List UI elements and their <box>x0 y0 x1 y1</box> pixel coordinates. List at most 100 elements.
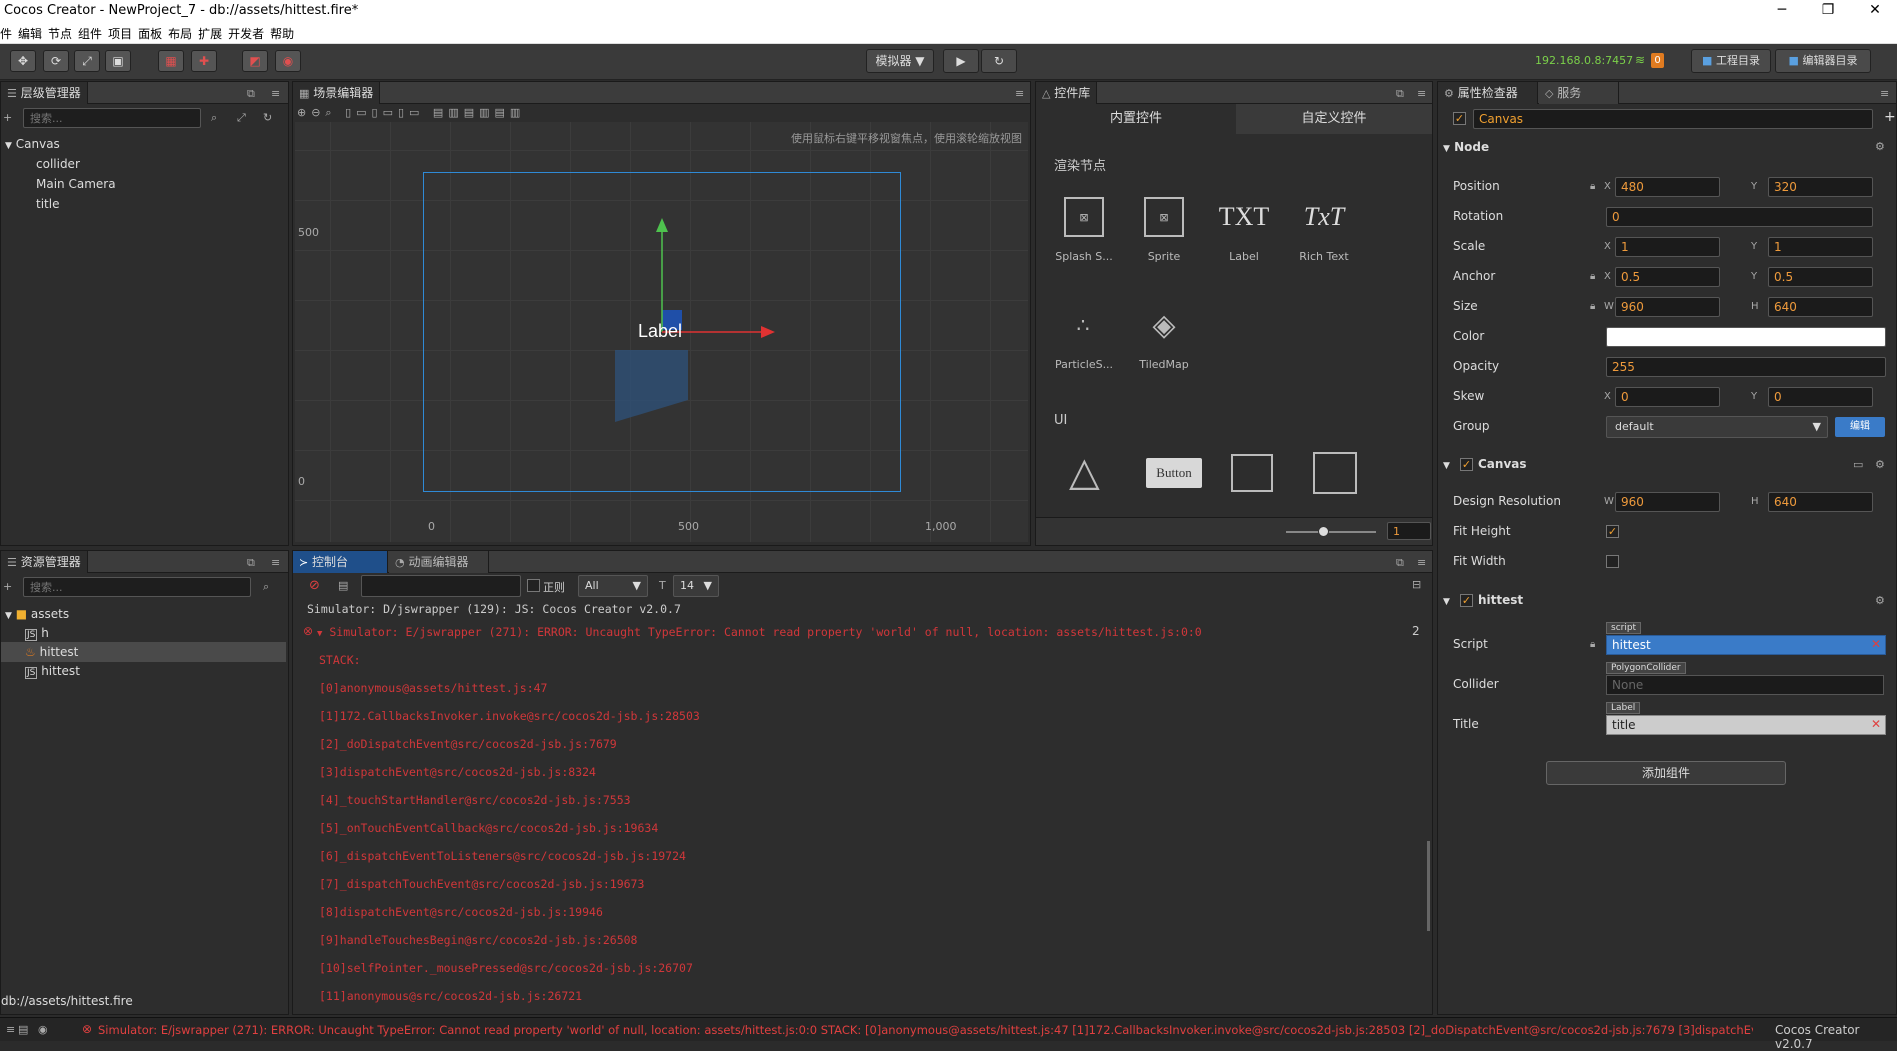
fit-height-checkbox[interactable]: ✓ <box>1606 525 1619 538</box>
gear-icon[interactable]: ⚙ <box>1875 458 1885 471</box>
menu-developer[interactable]: 开发者 <box>225 22 267 42</box>
move-tool-icon[interactable]: ✥ <box>10 50 36 72</box>
position-y-input[interactable]: 320 <box>1768 177 1873 197</box>
widget-scrollview-icon[interactable] <box>1313 452 1357 494</box>
menu-icon[interactable]: ≡ <box>1015 87 1024 100</box>
tab-inspector[interactable]: ⚙ 属性检查器 <box>1438 82 1538 104</box>
status-db-icon[interactable]: ▤ <box>18 1023 28 1036</box>
scale-x-input[interactable]: 1 <box>1615 237 1720 257</box>
size-h-input[interactable]: 640 <box>1768 297 1873 317</box>
minimize-button[interactable]: ─ <box>1762 0 1802 22</box>
zoom-slider-track[interactable] <box>1286 531 1376 533</box>
tree-node-title[interactable]: title <box>1 194 286 214</box>
tab-services[interactable]: ◇ 服务 <box>1539 82 1619 104</box>
anchor-x-input[interactable]: 0.5 <box>1615 267 1720 287</box>
tab-builtin-widgets[interactable]: 内置控件 <box>1036 104 1236 134</box>
console-scrollbar[interactable] <box>1427 841 1430 931</box>
menu-component[interactable]: 组件 <box>75 22 105 42</box>
open-log-icon[interactable]: ▤ <box>338 579 348 592</box>
widget-label[interactable]: TXT Label <box>1209 192 1279 263</box>
widget-sprite[interactable]: ⊠ Sprite <box>1129 192 1199 263</box>
project-dir-button[interactable]: ■ 工程目录 <box>1691 49 1771 73</box>
simulator-select[interactable]: 模拟器 ▼ <box>866 49 934 73</box>
widget-layout-icon[interactable] <box>1231 454 1273 492</box>
menu-edit[interactable]: 编辑 <box>15 22 45 42</box>
eye-icon[interactable]: ◉ <box>38 1023 48 1036</box>
console-log-area[interactable]: Simulator: D/jswrapper (129): JS: Cocos … <box>293 601 1432 1014</box>
regex-checkbox[interactable] <box>527 579 540 592</box>
tree-node-collider[interactable]: collider <box>1 154 286 174</box>
node-name-input[interactable]: Canvas <box>1473 109 1873 129</box>
tab-assets[interactable]: ☰ 资源管理器 <box>1 551 88 573</box>
scene-viewport[interactable]: 使用鼠标右键平移视窗焦点，使用滚轮缩放视图 500 0 0 500 1,000 … <box>295 122 1028 542</box>
menu-layout[interactable]: 布局 <box>165 22 195 42</box>
add-asset-icon[interactable]: + <box>3 580 12 593</box>
position-x-input[interactable]: 480 <box>1615 177 1720 197</box>
group-edit-button[interactable]: 编辑 <box>1835 417 1885 437</box>
menu-node[interactable]: 节点 <box>45 22 75 42</box>
tab-animation-editor[interactable]: ◔ 动画编辑器 <box>389 551 489 573</box>
assets-search-input[interactable] <box>23 577 251 597</box>
zoom-slider-handle[interactable] <box>1318 526 1329 537</box>
tree-node-main-camera[interactable]: Main Camera <box>1 174 286 194</box>
node-section-header[interactable]: ▼ Node <box>1443 137 1489 157</box>
widget-tiledmap[interactable]: ◈ TiledMap <box>1129 300 1199 372</box>
color-swatch[interactable] <box>1606 327 1886 347</box>
rect-tool-icon[interactable]: ▣ <box>105 50 131 72</box>
tab-widgets[interactable]: △ 控件库 <box>1036 82 1098 104</box>
refresh-icon[interactable]: ↻ <box>263 111 272 124</box>
hittest-enabled-checkbox[interactable]: ✓ <box>1460 594 1473 607</box>
widget-canvas-icon[interactable]: △ <box>1069 452 1100 492</box>
scene-label-node[interactable]: Label <box>638 321 682 342</box>
remove-icon[interactable]: ✕ <box>1871 637 1881 651</box>
console-filter-input[interactable] <box>361 575 521 597</box>
expand-all-icon[interactable]: ⤢ <box>237 111 246 125</box>
tree-node-canvas[interactable]: ▼ Canvas <box>1 134 286 154</box>
gear-icon[interactable]: ⚙ <box>1875 594 1885 607</box>
editor-dir-button[interactable]: ■ 编辑器目录 <box>1775 49 1871 73</box>
menu-icon[interactable]: ≡ <box>1880 87 1889 100</box>
widget-splash-sprite[interactable]: ⊠ Splash S... <box>1049 192 1119 263</box>
design-height-input[interactable]: 640 <box>1768 492 1873 512</box>
menu-icon[interactable]: ≡ <box>271 87 280 100</box>
scene-align-toolbar[interactable]: ⊕⊖⌕ ▯▭▯▭▯▭ ▤▥▤▥▤▥ <box>297 106 525 120</box>
asset-item-selected[interactable]: ♨ hittest <box>1 642 286 662</box>
add-component-button[interactable]: 添加组件 <box>1546 761 1786 785</box>
asset-item[interactable]: JS hittest <box>1 661 286 681</box>
widget-rich-text[interactable]: TxT Rich Text <box>1289 192 1359 263</box>
lock-icon[interactable]: 🔒︎ <box>1590 181 1595 192</box>
lock-icon[interactable]: 🔒︎ <box>1590 271 1595 282</box>
notification-badge[interactable]: 0 <box>1651 53 1664 68</box>
pivot-icon[interactable]: ✚ <box>191 50 217 72</box>
remove-icon[interactable]: ✕ <box>1871 717 1881 731</box>
menu-help[interactable]: 帮助 <box>267 22 297 42</box>
node-active-checkbox[interactable]: ✓ <box>1453 112 1466 125</box>
menu-icon[interactable]: ≡ <box>1417 87 1426 100</box>
script-field[interactable]: hittest <box>1606 635 1886 655</box>
refresh-button[interactable]: ↻ <box>981 49 1017 73</box>
title-field[interactable]: title <box>1606 715 1886 735</box>
lock-icon[interactable]: 🔒︎ <box>1590 301 1595 312</box>
design-width-input[interactable]: 960 <box>1615 492 1720 512</box>
canvas-enabled-checkbox[interactable]: ✓ <box>1460 458 1473 471</box>
log-level-select[interactable]: All ▼ <box>578 575 648 597</box>
collider-field[interactable]: None <box>1606 675 1884 695</box>
search-icon[interactable]: ⌕ <box>211 111 217 125</box>
preview-3d-icon[interactable]: ◉ <box>275 50 301 72</box>
tab-hierarchy[interactable]: ☰ 层级管理器 <box>1 82 88 104</box>
menu-file[interactable]: 件 <box>0 22 15 42</box>
add-icon[interactable]: + <box>1884 109 1896 125</box>
tab-scene[interactable]: ▦ 场景编辑器 <box>293 82 381 104</box>
gear-icon[interactable]: ⚙ <box>1875 140 1885 153</box>
menu-icon[interactable]: ≡ <box>1417 556 1426 569</box>
hierarchy-search-input[interactable] <box>23 108 201 128</box>
preview-2d-icon[interactable]: ◩ <box>242 50 268 72</box>
canvas-section-header[interactable]: ▼ <box>1443 454 1450 474</box>
zoom-value[interactable]: 1 <box>1387 522 1431 540</box>
status-menu-icon[interactable]: ≡ <box>6 1023 15 1036</box>
play-button[interactable]: ▶ <box>943 49 979 73</box>
menu-icon[interactable]: ≡ <box>271 556 280 569</box>
asset-folder-assets[interactable]: ▼ ■ assets <box>1 604 286 624</box>
collapse-icon[interactable]: ⊟ <box>1412 578 1421 591</box>
group-select[interactable]: default ▼ <box>1606 416 1828 438</box>
